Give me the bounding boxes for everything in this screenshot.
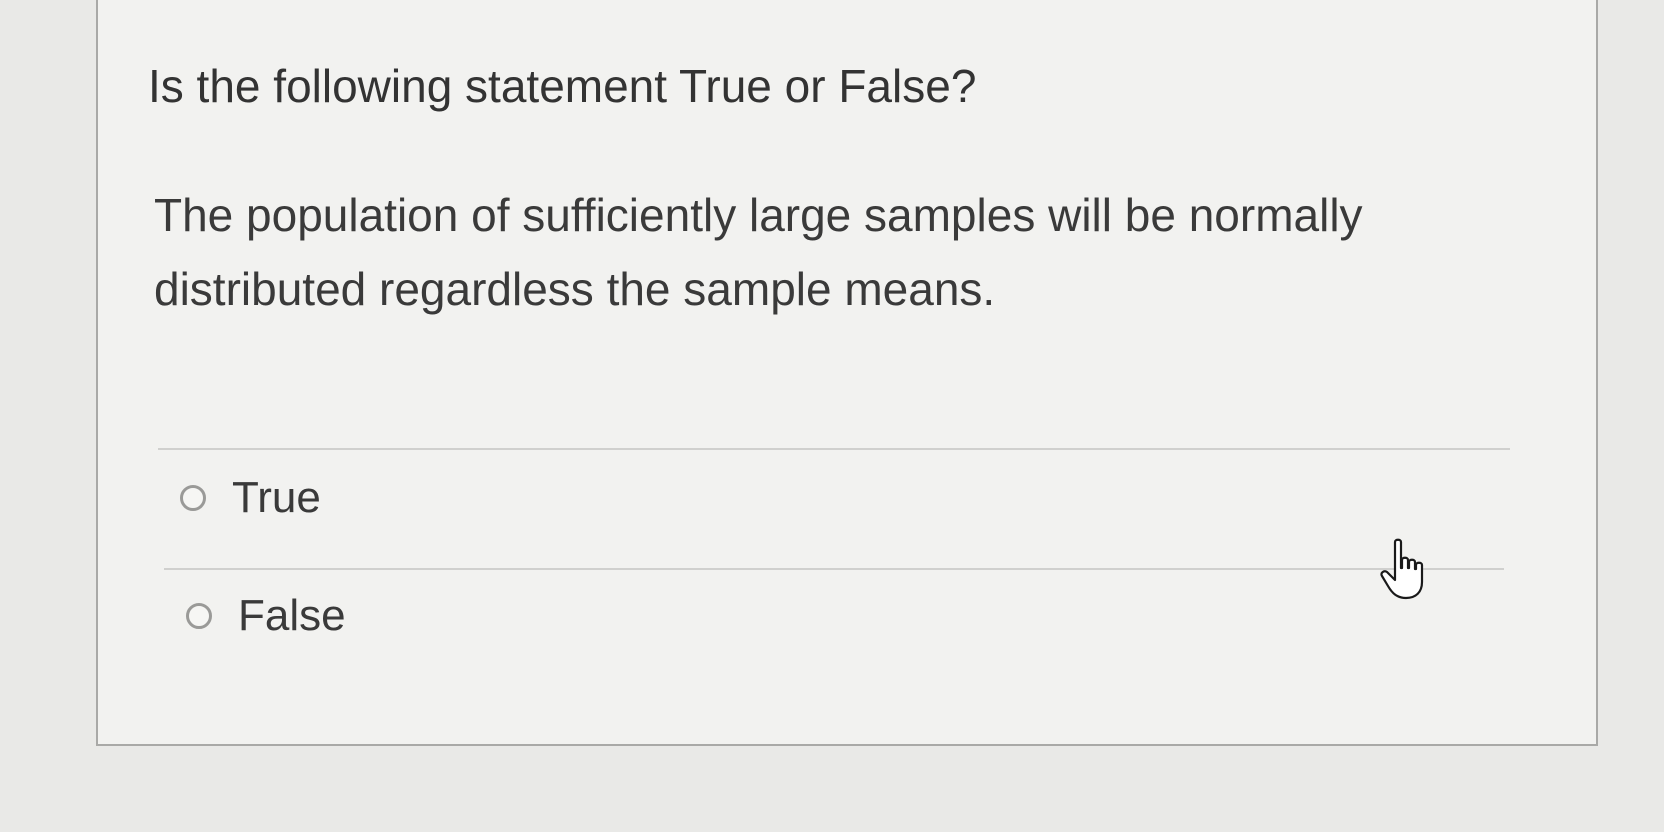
- question-title: Is the following statement True or False…: [148, 60, 977, 112]
- answer-option-label: False: [238, 591, 346, 640]
- answer-divider: [164, 568, 1504, 570]
- answer-option-true[interactable]: True: [180, 472, 321, 524]
- radio-button-false[interactable]: [186, 603, 212, 629]
- answer-divider: [158, 448, 1510, 450]
- question-statement: The population of sufficiently large sam…: [154, 189, 1363, 315]
- answer-option-false[interactable]: False: [186, 590, 346, 642]
- question-card: Is the following statement True or False…: [96, 0, 1598, 746]
- answer-option-label: True: [232, 473, 321, 522]
- radio-button-true[interactable]: [180, 485, 206, 511]
- hand-pointer-icon: [1380, 538, 1424, 600]
